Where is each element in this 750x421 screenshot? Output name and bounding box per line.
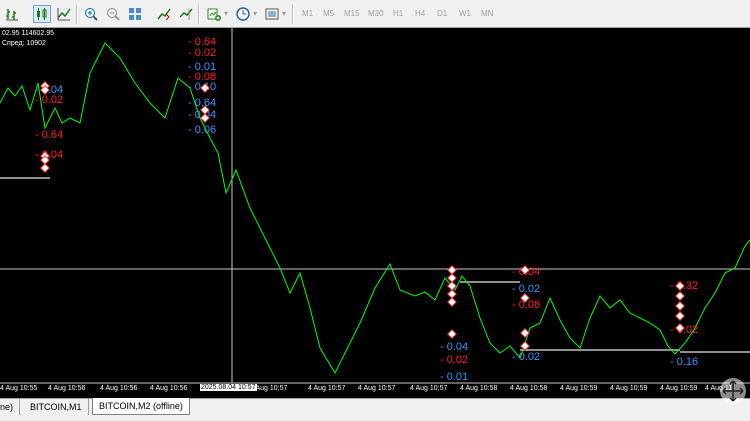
trade-marker <box>520 341 530 351</box>
time-axis-label: 4 Aug 10:57 <box>358 385 396 392</box>
deal-label: - 0.02 <box>35 94 63 106</box>
spread-readout: Спред: 10902 <box>2 40 46 47</box>
time-axis-label: 4 Aug 10:57 <box>308 385 346 392</box>
timeframe-h1[interactable]: H1 <box>393 9 403 18</box>
indicators-dropdown-arrow[interactable]: ▾ <box>224 9 228 18</box>
trade-marker <box>447 265 457 275</box>
line-chart-icon[interactable] <box>55 5 73 23</box>
time-axis-label: 4 Aug 10:56 <box>150 385 188 392</box>
toolbar: ▾ ▾ ▾ M1 M5 M15 M30 H1 H4 D1 W1 MN <box>0 0 750 28</box>
timeframe-m30[interactable]: M30 <box>368 9 384 18</box>
time-axis-label: 4 Aug 10:58 <box>460 385 498 392</box>
zoom-out-icon[interactable] <box>104 5 122 23</box>
bid-ask-readout: 02.95 114602.95 <box>2 30 55 37</box>
deal-label: - 0.02 <box>670 324 698 336</box>
tab-bitcoin-m2-offline[interactable]: BITCOIN,M2 (offline) <box>92 398 190 415</box>
chart-shift-icon[interactable] <box>177 5 195 23</box>
timeframe-m1[interactable]: M1 <box>302 9 313 18</box>
deal-label: - 0.01 <box>440 371 468 383</box>
timeframe-w1[interactable]: W1 <box>459 9 471 18</box>
price-line <box>0 42 750 375</box>
chart-area[interactable]: - 0.04- 0.02- 0.64- 0.04- 0.64- 0.02- 0.… <box>0 28 750 398</box>
time-axis-label: 4 Aug 10:59 <box>610 385 648 392</box>
drag-move-icon[interactable] <box>720 378 746 404</box>
timeframe-m5[interactable]: M5 <box>323 9 334 18</box>
time-axis-label: 4 Aug 10:59 <box>660 385 698 392</box>
trade-marker <box>447 297 457 307</box>
timeframe-h4[interactable]: H4 <box>415 9 425 18</box>
templates-icon[interactable] <box>263 5 281 23</box>
tab-bitcoin-m1[interactable]: BITCOIN,M1 <box>24 399 89 415</box>
deal-label: - 0.02 <box>188 47 216 59</box>
trade-marker <box>675 291 685 301</box>
trade-marker <box>447 329 457 339</box>
trade-marker <box>520 328 530 338</box>
time-axis-label: 4 Aug 10:58 <box>510 385 548 392</box>
bar-chart-icon[interactable] <box>3 5 21 23</box>
trade-marker <box>675 311 685 321</box>
time-axis-label: 4 Aug 10:59 <box>560 385 598 392</box>
periods-icon[interactable] <box>234 5 252 23</box>
time-axis-label: 4 Aug 10:57 <box>410 385 448 392</box>
time-axis-label: 4 Aug 10:55 <box>0 385 38 392</box>
timeframe-mn[interactable]: MN <box>481 9 493 18</box>
timeframe-m15[interactable]: M15 <box>344 9 360 18</box>
tile-windows-icon[interactable] <box>126 5 144 23</box>
deal-label: - 0.64 <box>188 97 216 109</box>
zoom-in-icon[interactable] <box>82 5 100 23</box>
deal-label: - 0.02 <box>512 351 540 363</box>
indicators-icon[interactable] <box>205 5 223 23</box>
trade-marker <box>40 163 50 173</box>
trade-marker <box>675 301 685 311</box>
trade-marker <box>447 273 457 283</box>
templates-dropdown-arrow[interactable]: ▾ <box>282 9 286 18</box>
deal-label: - 0.04 <box>440 341 468 353</box>
periods-dropdown-arrow[interactable]: ▾ <box>253 9 257 18</box>
candlestick-icon[interactable] <box>33 5 51 23</box>
tab-chart-0[interactable]: ne) <box>0 399 21 415</box>
time-axis-label: 4 Aug 10:56 <box>48 385 86 392</box>
autoscroll-icon[interactable] <box>155 5 173 23</box>
crosshair-time-label: 2025.08.04 10:57 <box>200 384 257 391</box>
deal-label: - 0.64 <box>35 129 63 141</box>
chart-tabs: ne) BITCOIN,M1 BITCOIN,M2 (offline) <box>0 398 750 421</box>
trade-marker <box>447 289 457 299</box>
deal-label: - 0.16 <box>670 356 698 368</box>
time-axis-label: 4 Aug 10:56 <box>100 385 138 392</box>
timeframe-d1[interactable]: D1 <box>437 9 447 18</box>
deal-label: - 0.02 <box>512 283 540 295</box>
deal-label: - 0.06 <box>188 124 216 136</box>
price-chart: - 0.04- 0.02- 0.64- 0.04- 0.64- 0.02- 0.… <box>0 28 750 384</box>
deal-label: - 0.02 <box>440 354 468 366</box>
